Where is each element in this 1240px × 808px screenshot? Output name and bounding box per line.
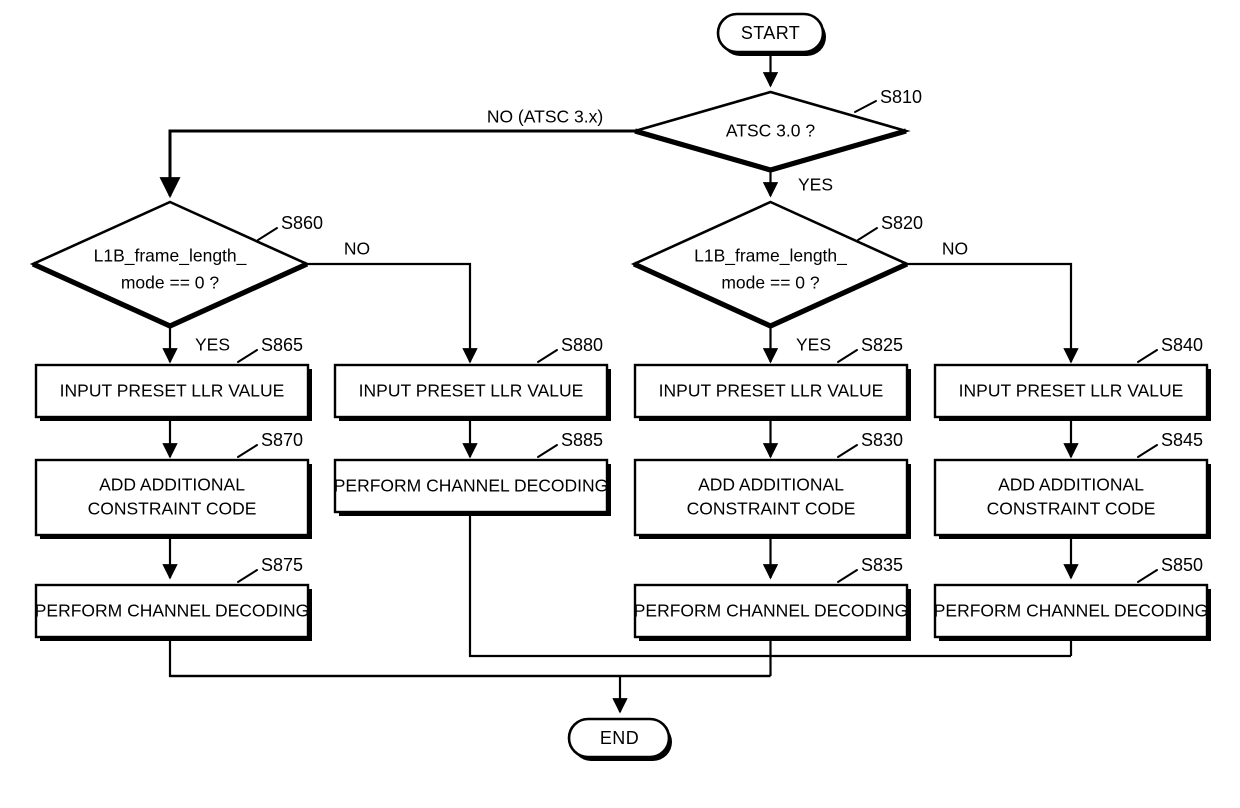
process-s870: ADD ADDITIONAL CONSTRAINT CODE — [34, 458, 312, 539]
decision-s860: L1B_frame_length_ mode == 0 ? — [29, 200, 311, 329]
process-s850-label: PERFORM CHANNEL DECODING — [934, 601, 1209, 621]
process-s875-label: PERFORM CHANNEL DECODING — [35, 601, 310, 621]
process-s875: PERFORM CHANNEL DECODING — [35, 583, 312, 641]
leader-s845 — [1137, 444, 1158, 458]
process-s870-label-line1: ADD ADDITIONAL — [99, 475, 245, 495]
leader-s825 — [837, 349, 858, 363]
leader-s875 — [237, 569, 258, 583]
label-s820-no: NO — [942, 239, 968, 259]
step-ref-s840: S840 — [1161, 335, 1203, 355]
process-s830-label-line2: CONSTRAINT CODE — [687, 499, 856, 519]
leader-s830 — [837, 444, 858, 458]
edge-s820-no — [907, 262, 1079, 364]
process-s835-label: PERFORM CHANNEL DECODING — [634, 601, 909, 621]
step-ref-s865: S865 — [261, 335, 303, 355]
process-s880: INPUT PRESET LLR VALUE — [333, 363, 611, 421]
decision-s820: L1B_frame_length_ mode == 0 ? — [630, 200, 911, 329]
process-s840-label: INPUT PRESET LLR VALUE — [959, 381, 1184, 401]
label-s810-no: NO (ATSC 3.x) — [487, 107, 603, 127]
step-ref-s825: S825 — [861, 335, 903, 355]
step-ref-s835: S835 — [861, 555, 903, 575]
label-s810-yes: YES — [798, 175, 833, 195]
flowchart-canvas: START ATSC 3.0 ? S810 YES NO (ATSC 3.x) … — [0, 0, 1240, 808]
step-ref-s860: S860 — [281, 213, 323, 233]
process-s850: PERFORM CHANNEL DECODING — [934, 583, 1211, 641]
step-ref-s845: S845 — [1161, 430, 1203, 450]
label-s860-no: NO — [344, 239, 370, 259]
decision-s820-text-line2: mode == 0 ? — [721, 273, 820, 293]
leader-s840 — [1137, 349, 1158, 363]
step-ref-s810: S810 — [880, 87, 922, 107]
process-s845-label-line2: CONSTRAINT CODE — [987, 499, 1156, 519]
label-s820-yes: YES — [796, 335, 831, 355]
step-ref-s850: S850 — [1161, 555, 1203, 575]
decision-s810: ATSC 3.0 ? — [630, 90, 911, 173]
process-s845-label-line1: ADD ADDITIONAL — [998, 475, 1144, 495]
process-s885: PERFORM CHANNEL DECODING — [334, 458, 611, 516]
process-s835: PERFORM CHANNEL DECODING — [634, 583, 911, 641]
end-label: END — [600, 728, 639, 748]
decision-s820-text-line1: L1B_frame_length_ — [694, 246, 847, 267]
decision-s810-text: ATSC 3.0 ? — [726, 121, 815, 141]
flowchart-svg: START ATSC 3.0 ? S810 YES NO (ATSC 3.x) … — [29, 12, 1211, 761]
decision-s860-text-line2: mode == 0 ? — [121, 273, 220, 293]
leader-s850 — [1137, 569, 1158, 583]
process-s880-label: INPUT PRESET LLR VALUE — [359, 381, 584, 401]
step-ref-s885: S885 — [561, 430, 603, 450]
process-s825: INPUT PRESET LLR VALUE — [633, 363, 911, 421]
process-s825-label: INPUT PRESET LLR VALUE — [659, 381, 884, 401]
process-s830: ADD ADDITIONAL CONSTRAINT CODE — [633, 458, 911, 539]
leader-s860 — [257, 227, 278, 241]
leader-s820 — [857, 227, 878, 241]
label-s860-yes: YES — [195, 335, 230, 355]
start-terminator: START — [716, 12, 826, 56]
leader-s810 — [854, 100, 877, 113]
process-s830-label-line1: ADD ADDITIONAL — [698, 475, 844, 495]
leader-s865 — [237, 349, 258, 363]
start-label: START — [741, 23, 800, 43]
step-ref-s830: S830 — [861, 430, 903, 450]
leader-s880 — [537, 349, 558, 363]
leader-s885 — [537, 444, 558, 458]
leader-s870 — [237, 444, 258, 458]
leader-s835 — [837, 569, 858, 583]
process-s865-label: INPUT PRESET LLR VALUE — [60, 381, 285, 401]
process-s885-label: PERFORM CHANNEL DECODING — [334, 476, 609, 496]
process-s870-label-line2: CONSTRAINT CODE — [88, 499, 257, 519]
edge-s810-no — [159, 129, 635, 199]
process-s845: ADD ADDITIONAL CONSTRAINT CODE — [933, 458, 1211, 539]
end-terminator: END — [567, 717, 672, 761]
step-ref-s820: S820 — [881, 213, 923, 233]
step-ref-s880: S880 — [561, 335, 603, 355]
process-s840: INPUT PRESET LLR VALUE — [933, 363, 1211, 421]
step-ref-s870: S870 — [261, 430, 303, 450]
decision-s860-text-line1: L1B_frame_length_ — [94, 246, 247, 267]
edge-s860-no — [307, 262, 478, 364]
process-s865: INPUT PRESET LLR VALUE — [34, 363, 312, 421]
step-ref-s875: S875 — [261, 555, 303, 575]
